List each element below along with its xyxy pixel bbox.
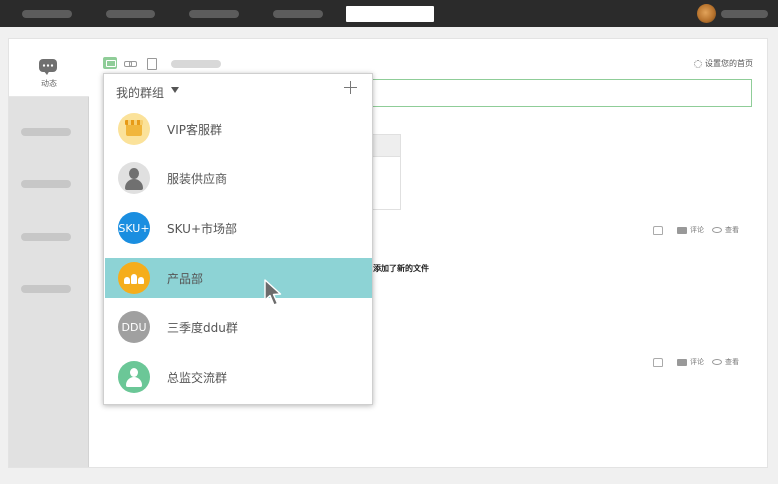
group-item-label: 三季度ddu群 [167, 321, 238, 335]
sidebar-item-placeholder[interactable] [21, 233, 71, 241]
avatar-text: SKU+ [118, 221, 150, 235]
activity-text: 添加了新的文件 [373, 264, 429, 273]
attachment-tab [369, 134, 401, 156]
dropdown-title[interactable]: 我的群组 [116, 84, 164, 101]
nav-item-placeholder[interactable] [273, 10, 323, 18]
user-name-placeholder[interactable] [721, 10, 768, 18]
sidebar-item-label: 动态 [41, 79, 57, 88]
group-item[interactable]: 总监交流群 [105, 357, 372, 397]
group-item[interactable]: SKU+ SKU+市场部 [105, 208, 372, 248]
group-item-label: SKU+市场部 [167, 222, 238, 236]
comment-icon[interactable] [677, 226, 687, 234]
group-item-label: VIP客服群 [167, 123, 222, 137]
person-icon [118, 361, 150, 393]
post-actions: 评论 查看 [653, 357, 739, 367]
gear-icon [694, 59, 702, 68]
group-dropdown: 我的群组 VIP客服群 服装供应商 SKU+ SKU+市场部 产品部 DDU 三… [103, 73, 373, 405]
attachment-preview [369, 156, 401, 210]
group-item[interactable]: 服装供应商 [105, 158, 372, 198]
dropdown-header: 我的群组 [104, 74, 372, 108]
post-type-message-icon[interactable] [103, 57, 117, 69]
store-icon [118, 113, 150, 145]
nav-item-placeholder[interactable] [22, 10, 72, 18]
group-item[interactable]: VIP客服群 [105, 109, 372, 149]
add-group-icon[interactable] [344, 81, 358, 95]
group-item[interactable]: DDU 三季度ddu群 [105, 307, 372, 347]
sidebar-item-placeholder[interactable] [21, 180, 71, 188]
comment-icon[interactable] [677, 358, 687, 366]
user-avatar[interactable] [697, 4, 716, 23]
eye-icon[interactable] [712, 227, 722, 233]
nav-item-placeholder[interactable] [189, 10, 239, 18]
toolbar-placeholder[interactable] [171, 60, 221, 68]
avatar-text: DDU [121, 320, 147, 334]
nav-search-box[interactable] [346, 6, 434, 22]
person-icon [118, 162, 150, 194]
post-type-document-icon[interactable] [145, 57, 159, 70]
group-avatar-text: SKU+ [118, 212, 150, 244]
mouse-cursor-icon [264, 279, 282, 306]
view-label[interactable]: 查看 [725, 357, 739, 367]
post-actions: 评论 查看 [653, 225, 739, 235]
group-item-active[interactable]: 产品部 [105, 258, 372, 298]
group-icon [118, 262, 150, 294]
settings-label: 设置您的首页 [705, 59, 753, 68]
settings-link[interactable]: 设置您的首页 [694, 58, 753, 69]
group-avatar-text: DDU [118, 311, 150, 343]
eye-icon[interactable] [712, 359, 722, 365]
sidebar-item-placeholder[interactable] [21, 128, 71, 136]
like-icon[interactable] [653, 357, 663, 367]
view-label[interactable]: 查看 [725, 225, 739, 235]
post-input[interactable] [369, 79, 752, 107]
caret-down-icon[interactable] [171, 87, 179, 93]
comment-label[interactable]: 评论 [690, 225, 704, 235]
like-icon[interactable] [653, 225, 663, 235]
sidebar-item-feed[interactable]: 动态 [9, 39, 89, 97]
group-item-label: 产品部 [167, 272, 204, 286]
sidebar: 动态 [9, 39, 89, 467]
comment-label[interactable]: 评论 [690, 357, 704, 367]
group-item-label: 总监交流群 [167, 371, 228, 385]
group-item-label: 服装供应商 [167, 172, 228, 186]
post-type-link-icon[interactable] [123, 57, 137, 69]
top-nav-bar [0, 0, 778, 27]
sidebar-item-placeholder[interactable] [21, 285, 71, 293]
chat-icon [39, 59, 57, 75]
nav-item-placeholder[interactable] [106, 10, 155, 18]
